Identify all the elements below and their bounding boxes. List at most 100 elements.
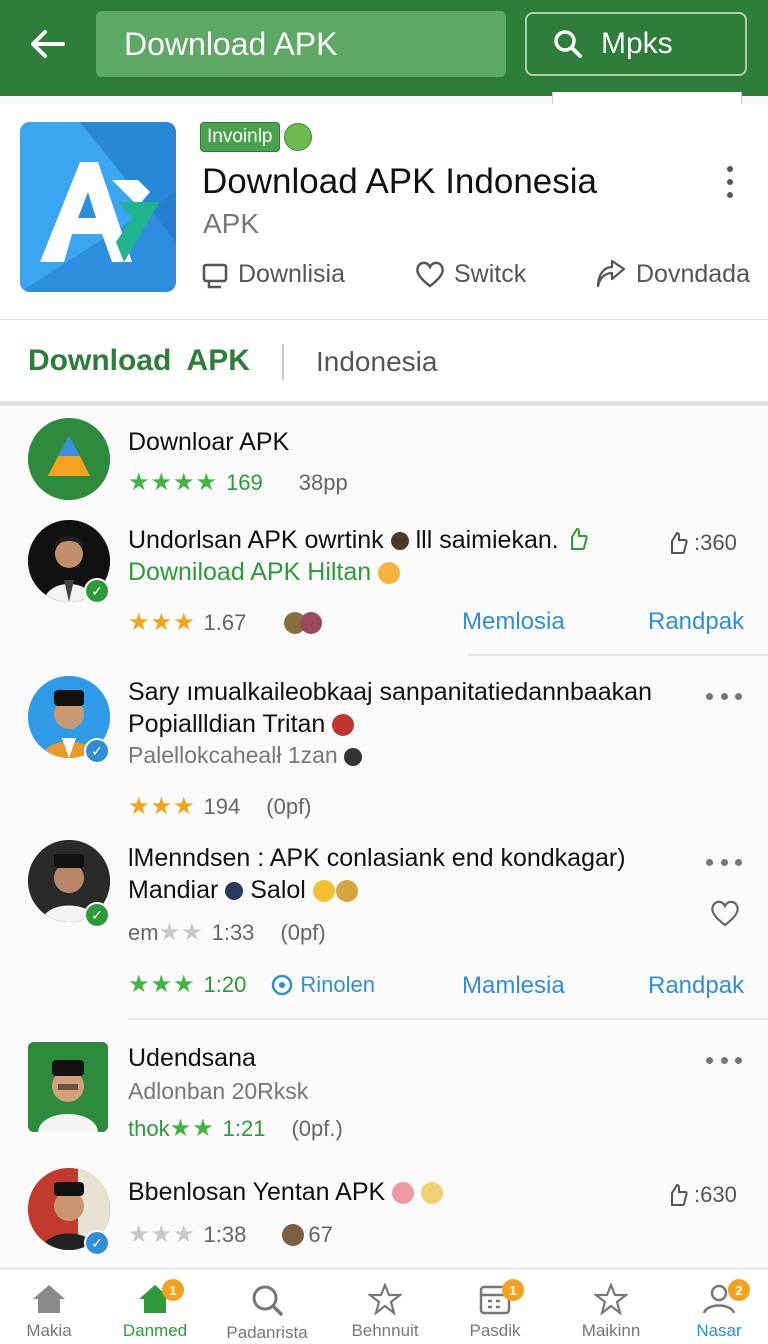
share-action[interactable]: Dovndada <box>594 254 750 294</box>
app-name: Download APK Indonesia <box>202 162 597 201</box>
item-title: Undorlsan APK owrtink lll saimiekan. <box>128 526 588 555</box>
list-item[interactable]: ✓ Sary ımualkaileobkaaj sanpanitatiedann… <box>0 664 768 826</box>
link-memlosia[interactable]: Memlosia <box>462 608 565 636</box>
item-extra: (0pf) <box>266 793 312 819</box>
meta-prefix: thok <box>128 1115 170 1141</box>
person-emoji-icon <box>344 747 363 766</box>
nav-padanrista[interactable]: Padanrista <box>212 1269 322 1344</box>
share-icon <box>596 259 626 288</box>
item-meta: ★★★ 1:38 67 <box>128 1220 333 1249</box>
item-meta: ★★★★ 169 38pp <box>128 468 348 497</box>
thumb-up-icon <box>570 527 588 550</box>
app-logo[interactable] <box>20 122 176 292</box>
app-actions: Downlisia Switck Dovndada <box>200 254 760 294</box>
rating-value: 1:33 <box>211 919 255 945</box>
nav-pasdik[interactable]: 1 Pasdik <box>440 1269 550 1344</box>
apk-list: Downloar APK ★★★★ 169 38pp ✓ Undorlsan A… <box>0 406 768 1268</box>
back-button[interactable] <box>22 22 72 66</box>
app-header-card: Invoinlp Download APK Indonesia APK Down… <box>0 104 768 320</box>
more-options-button[interactable] <box>706 690 742 702</box>
emoji-icon <box>421 1182 444 1205</box>
rating-value: 1:20 <box>203 971 247 997</box>
star-rating: ★★ <box>169 1115 215 1142</box>
heart-icon[interactable] <box>708 898 742 928</box>
item-subtitle: Popiallldian Tritan <box>128 710 355 739</box>
item-title: Downloar APK <box>128 428 290 456</box>
divider <box>468 654 768 656</box>
home-icon <box>33 1285 65 1313</box>
nav-maikinn[interactable]: Maikinn <box>556 1269 666 1344</box>
item-extra: 38pp <box>298 469 348 495</box>
nav-nasar[interactable]: 2 Nasar <box>664 1269 768 1344</box>
emoji-icon <box>378 562 401 585</box>
tab-bar: Download APK Indonesia <box>0 320 768 406</box>
likes-count[interactable]: :630 <box>666 1182 737 1208</box>
download-box-icon <box>202 263 228 289</box>
divider <box>128 1018 768 1020</box>
nav-behnnuit[interactable]: Behnnuit <box>330 1269 440 1344</box>
item-extra: (0pf.) <box>291 1115 343 1141</box>
notification-badge: 1 <box>502 1279 524 1301</box>
verified-icon: ✓ <box>84 1230 110 1256</box>
search-label: Mpks <box>601 27 673 60</box>
item-subtitle: Adlonban 20Rksk <box>128 1078 309 1104</box>
item-meta: em ★★ 1:33 (0pf) <box>128 918 326 947</box>
item-extra: 67 <box>308 1221 333 1247</box>
emoji-icon <box>332 714 355 737</box>
item-title: Sary ımualkaileobkaaj sanpanitatiedannba… <box>128 678 652 706</box>
list-item[interactable]: ✓ lMenndsen : APK conlasiank end kondkag… <box>0 826 768 1014</box>
emoji-icon <box>392 1182 415 1205</box>
item-subtitle: Mandiar Salol <box>128 876 358 905</box>
star-rating: ★★★ <box>128 971 196 998</box>
notification-badge: 1 <box>162 1279 184 1301</box>
nav-makia[interactable]: Makia <box>0 1269 104 1344</box>
star-rating: ★★★★ <box>128 469 219 496</box>
verified-icon: ✓ <box>84 738 110 764</box>
top-app-bar: Download APK Mpks <box>0 0 768 96</box>
star-icon <box>368 1283 402 1315</box>
person-emoji-icon <box>390 532 409 551</box>
tab-download-apk[interactable]: Download APK <box>28 344 250 378</box>
thumb-up-icon <box>671 1183 688 1206</box>
item-meta: ★★★ 194 (0pf) <box>128 792 312 821</box>
more-options-button[interactable] <box>706 856 742 868</box>
list-item[interactable]: Downloar APK ★★★★ 169 38pp <box>0 406 768 506</box>
more-options-button[interactable] <box>718 162 742 202</box>
search-button[interactable]: Mpks <box>525 12 747 76</box>
item-extra: (0pf) <box>280 919 326 945</box>
likes-count[interactable]: :360 <box>666 530 737 556</box>
item-title: Udendsana <box>128 1044 256 1072</box>
arrow-left-icon <box>31 30 65 58</box>
star-rating: ★★★ <box>128 793 196 820</box>
rating-value: 1.67 <box>203 609 247 635</box>
rinolen-action[interactable]: Rinolen <box>270 972 375 998</box>
thumb-up-icon <box>671 531 688 554</box>
link-randpak[interactable]: Randpak <box>648 608 744 636</box>
favorite-action[interactable]: Switck <box>414 254 526 294</box>
emoji-icon <box>335 880 358 903</box>
link-mamlesia[interactable]: Mamlesia <box>462 972 565 1000</box>
tab-indonesia[interactable]: Indonesia <box>316 346 437 378</box>
download-action[interactable]: Downlisia <box>200 254 345 294</box>
list-item[interactable]: Udendsana Adlonban 20Rksk thok ★★ 1:21 (… <box>0 1028 768 1162</box>
app-badge: Invoinlp <box>200 122 312 152</box>
star-rating: ★★★ <box>128 609 196 636</box>
list-item[interactable]: ✓ Bbenlosan Yentan APK :630 ★★★ 1:38 67 <box>0 1162 768 1268</box>
search-icon <box>554 30 582 58</box>
more-options-button[interactable] <box>706 1054 742 1066</box>
meta-prefix: em <box>128 919 159 945</box>
heart-icon <box>416 261 444 288</box>
item-meta: thok ★★ 1:21 (0pf.) <box>128 1114 343 1143</box>
item-subtitle: Downiload APK Hiltan <box>128 558 401 587</box>
rating-value: 169 <box>226 469 263 495</box>
item-title: lMenndsen : APK conlasiank end kondkagar… <box>128 844 626 872</box>
item-description: Palellokcahealł 1zan <box>128 742 363 769</box>
badge-icon <box>283 123 312 151</box>
rating-value: 1:38 <box>203 1221 247 1247</box>
refresh-icon <box>272 974 293 995</box>
link-randpak[interactable]: Randpak <box>648 972 744 1000</box>
app-icon <box>28 418 110 500</box>
list-item[interactable]: ✓ Undorlsan APK owrtink lll saimiekan. D… <box>0 510 768 652</box>
person-emoji-icon <box>225 882 244 901</box>
nav-danmed[interactable]: 1 Danmed <box>100 1269 210 1344</box>
